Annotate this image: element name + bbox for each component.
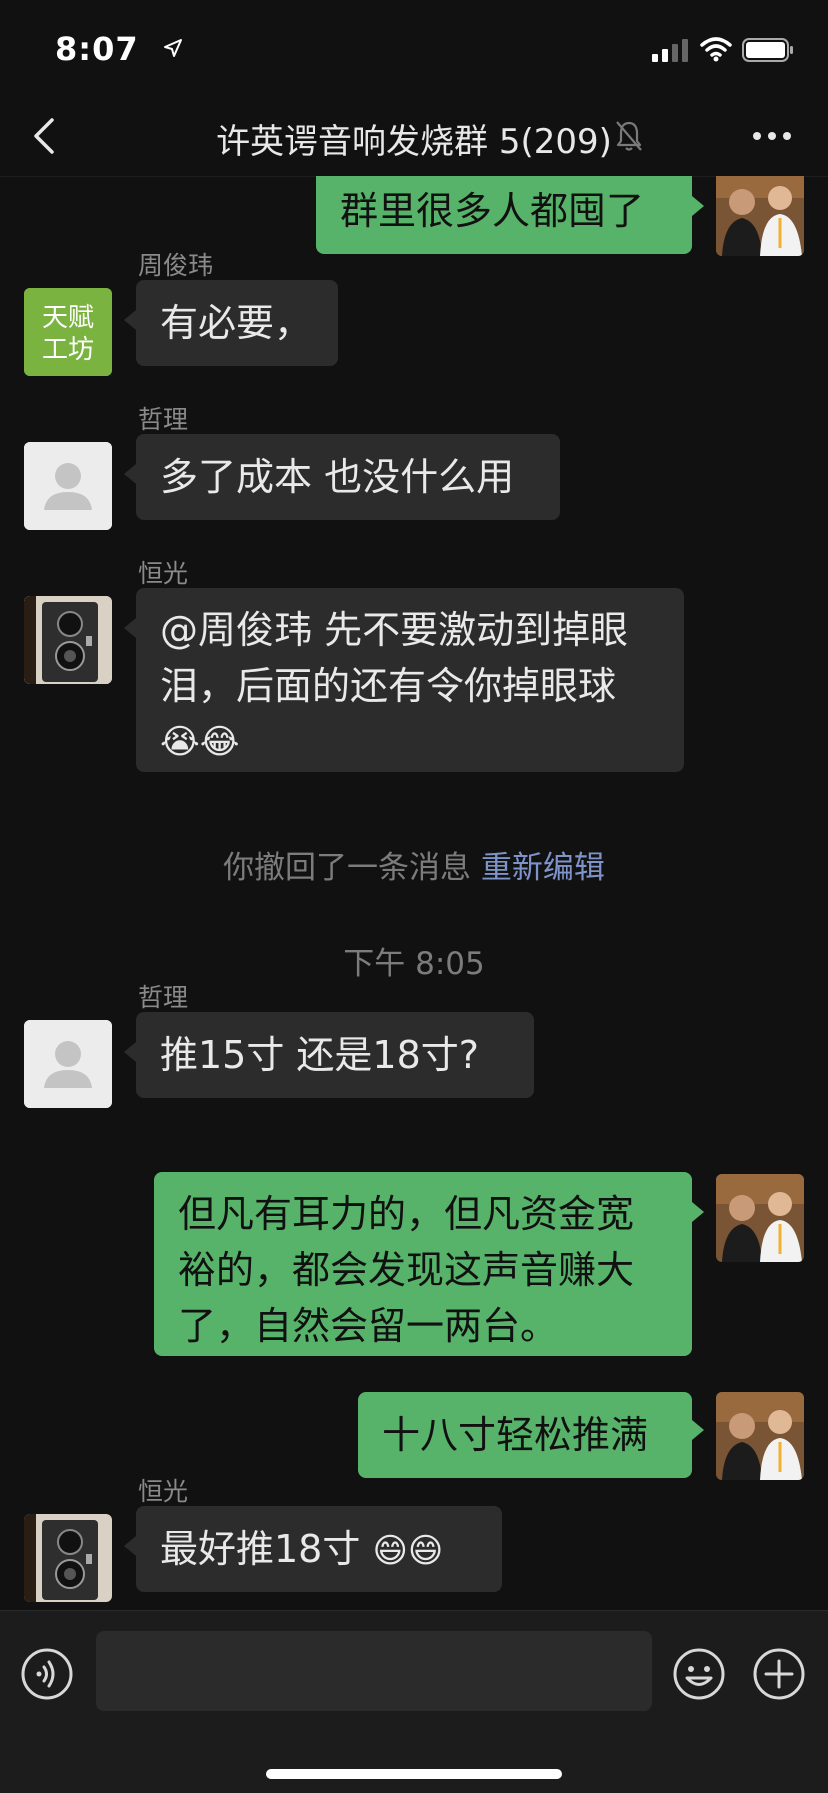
bubble-tail — [124, 464, 136, 484]
outgoing-message[interactable]: 但凡有耳力的，但凡资金宽 裕的，都会发现这声音赚大 了，自然会留一两台。 — [154, 1172, 692, 1356]
status-time: 8:07 — [55, 30, 139, 68]
more-dots-icon[interactable] — [752, 126, 792, 146]
avatar[interactable]: 天赋 工坊 — [24, 288, 112, 376]
cellular-signal-icon — [652, 39, 688, 62]
incoming-message[interactable]: 多了成本 也没什么用 — [136, 434, 560, 520]
sender-name: 恒光 — [138, 1477, 189, 1506]
incoming-message[interactable]: 有必要， — [136, 280, 338, 366]
message-list[interactable]: 群里很多人都囤了 天赋 工坊 周俊玮 有必要， 哲理 多了成本 也没什么用 恒光… — [0, 176, 828, 1610]
sender-name: 哲理 — [138, 405, 189, 434]
chat-title: 许英谔音响发烧群 5(209) — [0, 114, 828, 163]
message-input[interactable] — [96, 1631, 652, 1711]
message-text: 群里很多人都囤了 — [340, 189, 645, 233]
input-bar — [0, 1610, 828, 1793]
group-name: 许英谔音响发烧群 5(209) — [216, 122, 612, 162]
bubble-tail — [124, 1042, 136, 1062]
wifi-icon — [700, 37, 732, 62]
bubble-tail — [124, 618, 136, 638]
message-text: 有必要， — [160, 301, 313, 345]
bubble-tail — [124, 1536, 136, 1556]
sender-name: 恒光 — [138, 559, 189, 588]
avatar[interactable] — [24, 442, 112, 530]
outgoing-message[interactable]: 群里很多人都囤了 — [316, 176, 692, 254]
bubble-tail — [692, 1202, 704, 1222]
message-text-line: 裕的，都会发现这声音赚大 — [178, 1248, 635, 1292]
sender-name: 周俊玮 — [138, 251, 214, 280]
emoji-icon[interactable] — [672, 1647, 726, 1701]
plus-icon[interactable] — [752, 1647, 806, 1701]
recall-notice: 你撤回了一条消息 重新编辑 — [0, 842, 828, 887]
battery-icon — [742, 38, 793, 62]
message-timestamp: 下午 8:05 — [343, 946, 485, 982]
message-text: 十八寸轻松推满 — [382, 1413, 649, 1457]
recall-text: 你撤回了一条消息 — [223, 850, 472, 886]
avatar[interactable] — [716, 1392, 804, 1480]
bell-muted-icon — [616, 121, 642, 151]
message-text: 多了成本 也没什么用 — [160, 455, 515, 499]
message-text-line: @周俊玮 先不要激动到掉眼 — [160, 608, 629, 652]
incoming-message[interactable]: 推15寸 还是18寸? — [136, 1012, 534, 1098]
bubble-tail — [124, 310, 136, 330]
bubble-tail — [692, 1420, 704, 1440]
message-emoji: 😄😄 — [372, 1531, 444, 1571]
avatar[interactable] — [24, 1514, 112, 1602]
incoming-message[interactable]: @周俊玮 先不要激动到掉眼 泪，后面的还有令你掉眼球 😭😂 — [136, 588, 684, 772]
bubble-tail — [692, 196, 704, 216]
avatar[interactable] — [24, 596, 112, 684]
re-edit-link[interactable]: 重新编辑 — [481, 850, 605, 886]
avatar-logo-text: 工坊 — [42, 335, 94, 365]
location-arrow-icon — [164, 39, 182, 57]
message-text-line: 泪，后面的还有令你掉眼球 — [160, 664, 617, 708]
voice-input-icon[interactable] — [20, 1647, 74, 1701]
chat-header: 许英谔音响发烧群 5(209) — [0, 96, 828, 177]
message-text: 最好推18寸 — [160, 1527, 361, 1571]
message-text-line: 了，自然会留一两台。 — [178, 1304, 559, 1348]
message-text-line: 但凡有耳力的，但凡资金宽 — [178, 1192, 635, 1236]
home-indicator — [266, 1769, 562, 1779]
avatar[interactable] — [716, 1174, 804, 1262]
message-emoji: 😭😂 — [160, 722, 240, 762]
outgoing-message[interactable]: 十八寸轻松推满 — [358, 1392, 692, 1478]
status-bar: 8:07 — [0, 0, 828, 96]
incoming-message[interactable]: 最好推18寸 😄😄 — [136, 1506, 502, 1592]
message-text: 推15寸 还是18寸? — [160, 1033, 479, 1077]
avatar[interactable] — [24, 1020, 112, 1108]
sender-name: 哲理 — [138, 983, 189, 1012]
avatar[interactable] — [716, 176, 804, 256]
avatar-logo-text: 天赋 — [42, 303, 94, 333]
